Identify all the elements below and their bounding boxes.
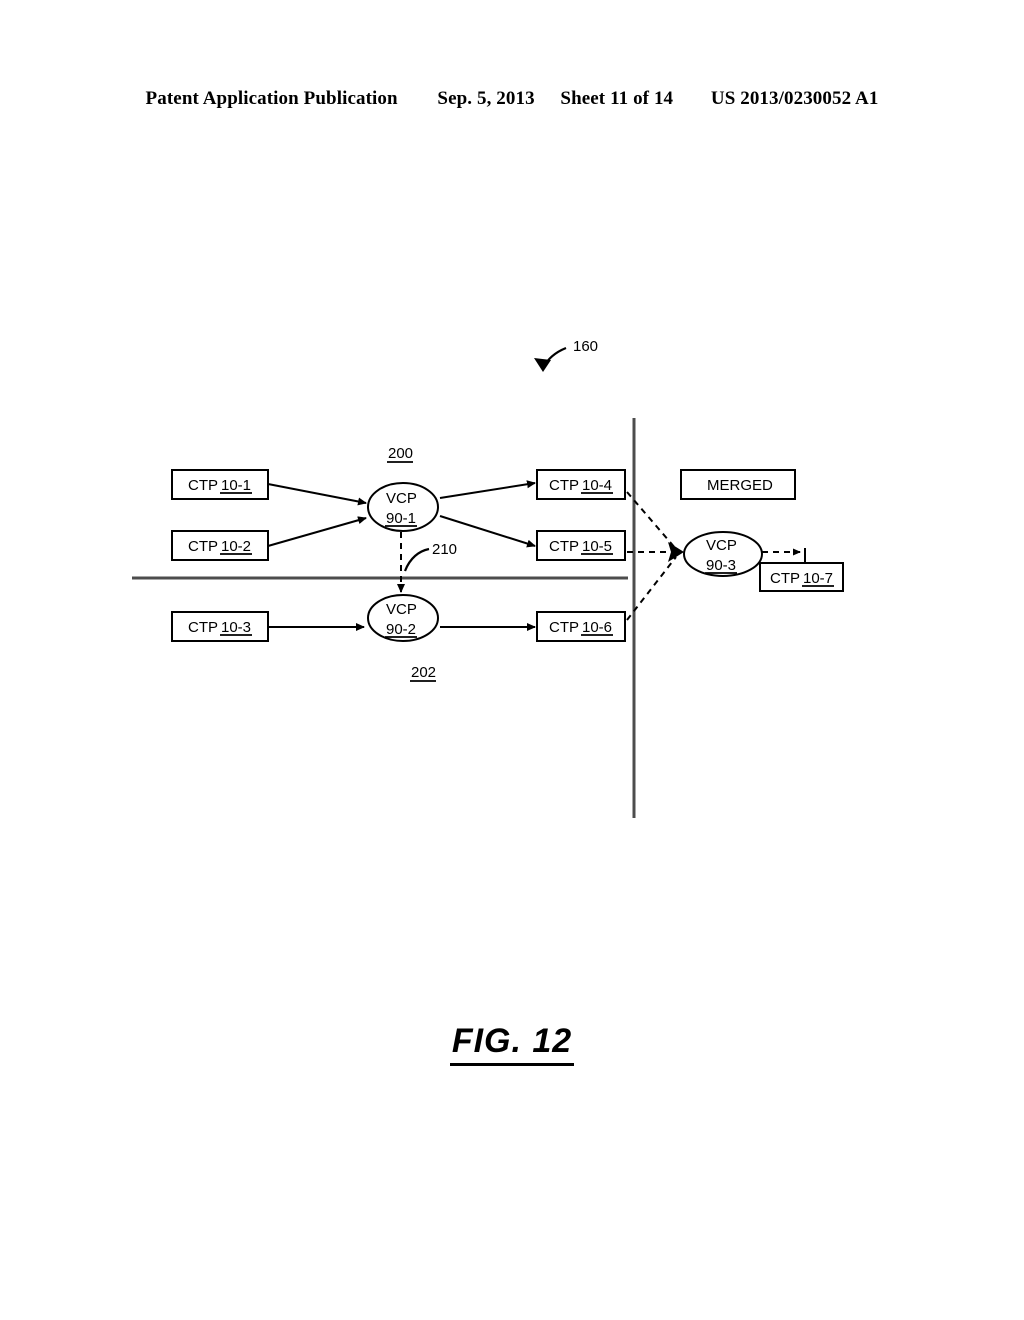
node-ctp-10-5[interactable]: CTP 10-5 bbox=[536, 530, 626, 561]
node-ctp-10-2[interactable]: CTP 10-2 bbox=[171, 530, 269, 561]
node-ctp-10-1-prefix: CTP bbox=[188, 477, 218, 494]
node-ctp-10-6[interactable]: CTP 10-6 bbox=[536, 611, 626, 642]
node-ctp-10-4[interactable]: CTP 10-4 bbox=[536, 469, 626, 500]
node-vcp-90-2[interactable]: VCP 90-2 bbox=[367, 594, 439, 642]
group-reference-202: 202 bbox=[410, 664, 436, 682]
figure-caption: FIG. 12 bbox=[0, 1022, 1024, 1066]
header-date: Sep. 5, 2013 bbox=[437, 88, 535, 109]
node-ctp-10-1-box[interactable] bbox=[171, 469, 269, 500]
group-reference-200-label: 200 bbox=[388, 445, 413, 462]
edge-ctp-10-1-to-vcp-90-1 bbox=[267, 483, 367, 506]
node-merged-label: MERGED bbox=[707, 477, 773, 494]
figure-reference-160: 160 bbox=[534, 338, 598, 372]
node-vcp-90-1[interactable]: VCP 90-1 bbox=[367, 482, 439, 532]
node-ctp-10-3-prefix: CTP bbox=[188, 619, 218, 636]
node-ctp-10-4-prefix: CTP bbox=[549, 477, 579, 494]
figure-caption-text: FIG. 12 bbox=[449, 1022, 575, 1066]
header-publication-title: Patent Application Publication bbox=[145, 88, 398, 109]
node-ctp-10-1-id: 10-1 bbox=[221, 477, 251, 494]
merge-convergence-arrowhead bbox=[668, 542, 684, 562]
node-vcp-90-3-prefix: VCP bbox=[706, 537, 737, 554]
header-publication-number: US 2013/0230052 A1 bbox=[710, 88, 879, 109]
node-ctp-10-4-id: 10-4 bbox=[582, 477, 612, 494]
node-ctp-10-5-prefix: CTP bbox=[549, 538, 579, 555]
header-sheet-number: Sheet 11 of 14 bbox=[560, 88, 674, 109]
node-ctp-10-6-id: 10-6 bbox=[582, 619, 612, 636]
node-vcp-90-2-id: 90-2 bbox=[386, 621, 416, 638]
node-vcp-90-3-id: 90-3 bbox=[706, 557, 736, 574]
node-ctp-10-1[interactable]: CTP 10-1 bbox=[171, 469, 269, 500]
node-ctp-10-3[interactable]: CTP 10-3 bbox=[171, 611, 269, 642]
group-reference-202-label: 202 bbox=[411, 664, 436, 681]
group-reference-200: 200 bbox=[387, 445, 413, 463]
node-ctp-10-2-prefix: CTP bbox=[188, 538, 218, 555]
node-merged[interactable]: MERGED bbox=[680, 469, 796, 500]
node-ctp-10-5-id: 10-5 bbox=[582, 538, 612, 555]
figure-reference-160-arrowhead bbox=[534, 358, 551, 372]
node-vcp-90-3[interactable]: VCP 90-3 bbox=[683, 531, 763, 577]
figure-reference-160-label: 160 bbox=[573, 338, 598, 355]
node-vcp-90-1-id: 90-1 bbox=[386, 510, 416, 527]
edge-vcp-90-1-to-ctp-10-4 bbox=[439, 480, 536, 499]
node-ctp-10-2-id: 10-2 bbox=[221, 538, 251, 555]
node-ctp-10-7[interactable]: CTP 10-7 bbox=[759, 562, 844, 592]
link-reference-210-label: 210 bbox=[432, 541, 457, 558]
node-ctp-10-7-prefix: CTP bbox=[770, 570, 800, 587]
node-ctp-10-7-id: 10-7 bbox=[803, 570, 833, 587]
node-ctp-10-2-box[interactable] bbox=[171, 530, 269, 561]
node-ctp-10-3-box[interactable] bbox=[171, 611, 269, 642]
node-ctp-10-6-prefix: CTP bbox=[549, 619, 579, 636]
link-reference-210: 210 bbox=[403, 541, 457, 572]
figure-12-diagram: 160 200 202 210 CTP 10-1 CTP 10-2 CTP 10… bbox=[0, 300, 1024, 860]
link-reference-210-leader bbox=[403, 547, 430, 572]
node-ctp-10-3-id: 10-3 bbox=[221, 619, 251, 636]
page-header: Patent Application Publication Sep. 5, 2… bbox=[0, 88, 1024, 110]
edge-ctp-10-2-to-vcp-90-1 bbox=[267, 516, 367, 547]
node-vcp-90-1-prefix: VCP bbox=[386, 490, 417, 507]
node-vcp-90-2-prefix: VCP bbox=[386, 601, 417, 618]
